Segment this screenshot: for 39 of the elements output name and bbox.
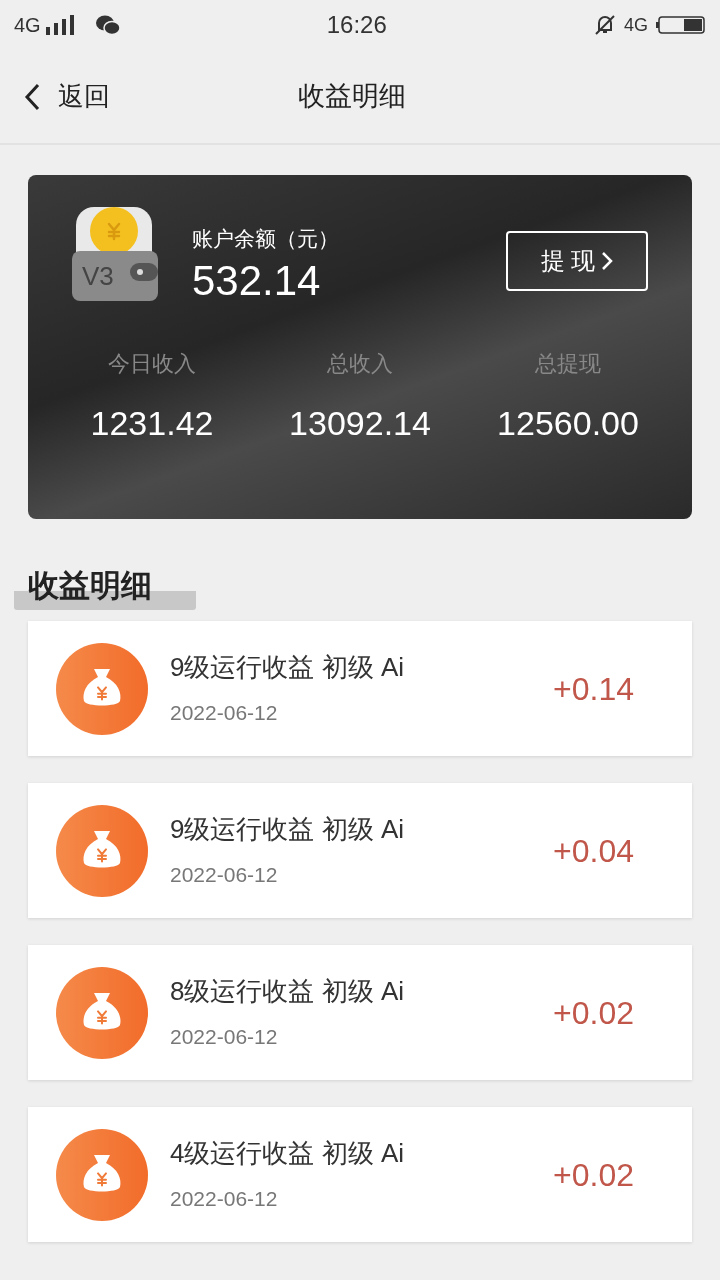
network-label: 4G (624, 13, 648, 37)
withdraw-button[interactable]: 提 现 (506, 231, 648, 291)
record-date: 2022-06-12 (170, 862, 279, 889)
balance-amount: 532.14 (192, 255, 322, 306)
stat-label: 总提现 (535, 350, 601, 378)
back-button[interactable]: 返回 (22, 77, 152, 116)
balance-label: 账户余额（元） (192, 226, 339, 252)
record-card[interactable]: 4级运行收益 初级 Ai 2022-06-12 +0.02 (28, 1107, 692, 1242)
money-bag-icon (56, 642, 148, 735)
record-amount: +0.02 (553, 993, 634, 1033)
record-date: 2022-06-12 (170, 700, 279, 727)
money-bag-icon (56, 804, 148, 897)
record-title: 4级运行收益 初级 Ai (170, 1137, 405, 1171)
record-amount: +0.02 (553, 1155, 634, 1195)
record-title: 9级运行收益 初级 Ai (170, 651, 405, 685)
record-card[interactable]: 9级运行收益 初级 Ai 2022-06-12 +0.04 (28, 783, 692, 918)
page-title: 收益明细 (298, 80, 406, 114)
record-title: 9级运行收益 初级 Ai (170, 813, 405, 847)
record-date: 2022-06-12 (170, 1024, 279, 1051)
muted-bell-icon (594, 14, 616, 36)
network-label: 4G (14, 13, 41, 38)
record-card[interactable]: 8级运行收益 初级 Ai 2022-06-12 +0.02 (28, 945, 692, 1080)
chat-icon (94, 14, 121, 36)
money-bag-icon (56, 966, 148, 1059)
record-card[interactable]: 9级运行收益 初级 Ai 2022-06-12 +0.14 (28, 621, 692, 756)
record-amount: +0.14 (553, 669, 634, 709)
record-amount: +0.04 (553, 831, 634, 871)
battery-icon (656, 14, 706, 36)
money-bag-icon (56, 1128, 148, 1221)
chevron-right-icon (601, 251, 614, 271)
stat-label: 今日收入 (108, 350, 196, 378)
record-date: 2022-06-12 (170, 1186, 279, 1213)
stat-value: 13092.14 (289, 403, 431, 444)
stat-value: 1231.42 (90, 403, 214, 444)
clock: 16:26 (326, 10, 387, 40)
stat-value: 12560.00 (497, 403, 639, 444)
record-title: 8级运行收益 初级 Ai (170, 975, 405, 1009)
signal-icon (44, 14, 75, 36)
stat-label: 总收入 (327, 350, 393, 378)
